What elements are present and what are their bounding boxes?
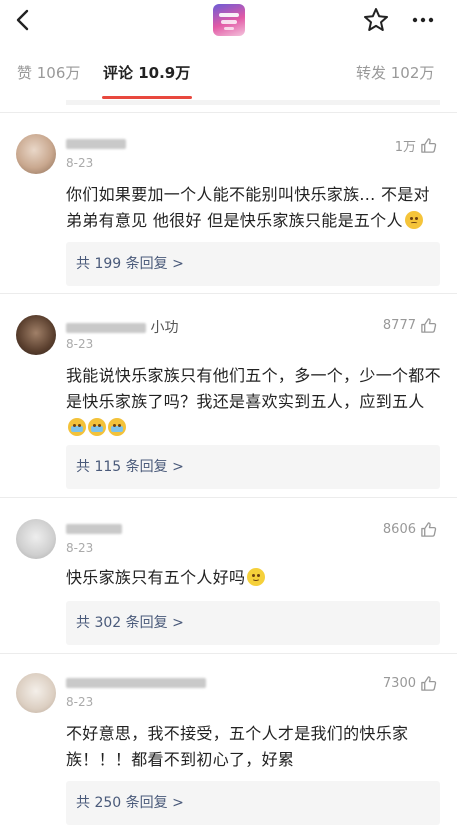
tab-bar: 赞 106万 评论 10.9万 转发 102万: [0, 54, 457, 100]
comment-text: 快乐家族只有五个人好吗: [66, 565, 441, 591]
like-count: 8777: [382, 318, 416, 333]
like-button[interactable]: 7300: [383, 675, 437, 692]
divider: [0, 112, 457, 113]
view-replies-button[interactable]: 共 199 条回复 >: [66, 242, 440, 286]
username[interactable]: [66, 136, 126, 152]
like-count: 1万: [394, 140, 416, 155]
thumbs-up-icon: [421, 138, 437, 153]
more-dots-icon[interactable]: [408, 6, 438, 34]
divider: [0, 293, 457, 294]
crying-emoji-icon: [68, 418, 86, 436]
like-button[interactable]: 1万: [395, 136, 437, 155]
avatar[interactable]: [16, 673, 56, 713]
view-replies-button[interactable]: 共 302 条回复 >: [66, 601, 440, 645]
comment-date: 8-23: [66, 337, 94, 351]
chevron-left-icon[interactable]: [10, 6, 38, 34]
crying-emoji-icon: [108, 418, 126, 436]
view-replies-button[interactable]: 共 250 条回复 >: [66, 781, 440, 825]
view-replies-button[interactable]: 共 115 条回复 >: [66, 445, 440, 489]
active-tab-indicator: [102, 96, 192, 99]
like-count: 8606: [382, 522, 416, 537]
star-outline-icon[interactable]: [362, 6, 390, 34]
divider: [0, 653, 457, 654]
thumbs-up-icon: [421, 522, 437, 537]
like-button[interactable]: 8777: [383, 317, 437, 334]
avatar[interactable]: [16, 315, 56, 355]
divider: [0, 497, 457, 498]
comment-date: 8-23: [66, 695, 94, 709]
previous-reply-box-edge: [66, 100, 440, 105]
like-button[interactable]: 8606: [383, 521, 437, 538]
top-nav-bar: [0, 0, 457, 44]
tab-comments[interactable]: 评论 10.9万: [103, 62, 190, 83]
like-count: 7300: [382, 676, 416, 691]
comment-date: 8-23: [66, 156, 94, 170]
username[interactable]: 小功: [66, 317, 178, 337]
username[interactable]: [66, 675, 206, 691]
thumbs-up-icon: [421, 318, 437, 333]
comment-text: 不好意思，我不接受，五个人才是我们的快乐家族！！！都看不到初心了，好累: [66, 724, 409, 769]
avatar[interactable]: [16, 519, 56, 559]
avatar[interactable]: [16, 134, 56, 174]
username[interactable]: [66, 521, 122, 537]
smile-emoji-icon: [247, 568, 266, 586]
tab-reposts[interactable]: 转发 102万: [356, 62, 434, 83]
show-logo-icon: [213, 4, 245, 36]
thumbs-up-icon: [421, 676, 437, 691]
comment-text: 你们如果要加一个人能不能别叫快乐家族... 不是对弟弟有意见 他很好 但是快乐家…: [66, 185, 430, 230]
tab-likes[interactable]: 赞 106万: [17, 62, 80, 83]
comment-text: 我能说快乐家族只有他们五个，多一个，少一个都不是快乐家族了吗？我还是喜欢实到五人…: [66, 363, 441, 441]
comment-date: 8-23: [66, 541, 94, 555]
crying-emoji-icon: [88, 418, 106, 436]
sad-emoji-icon: [404, 211, 423, 229]
